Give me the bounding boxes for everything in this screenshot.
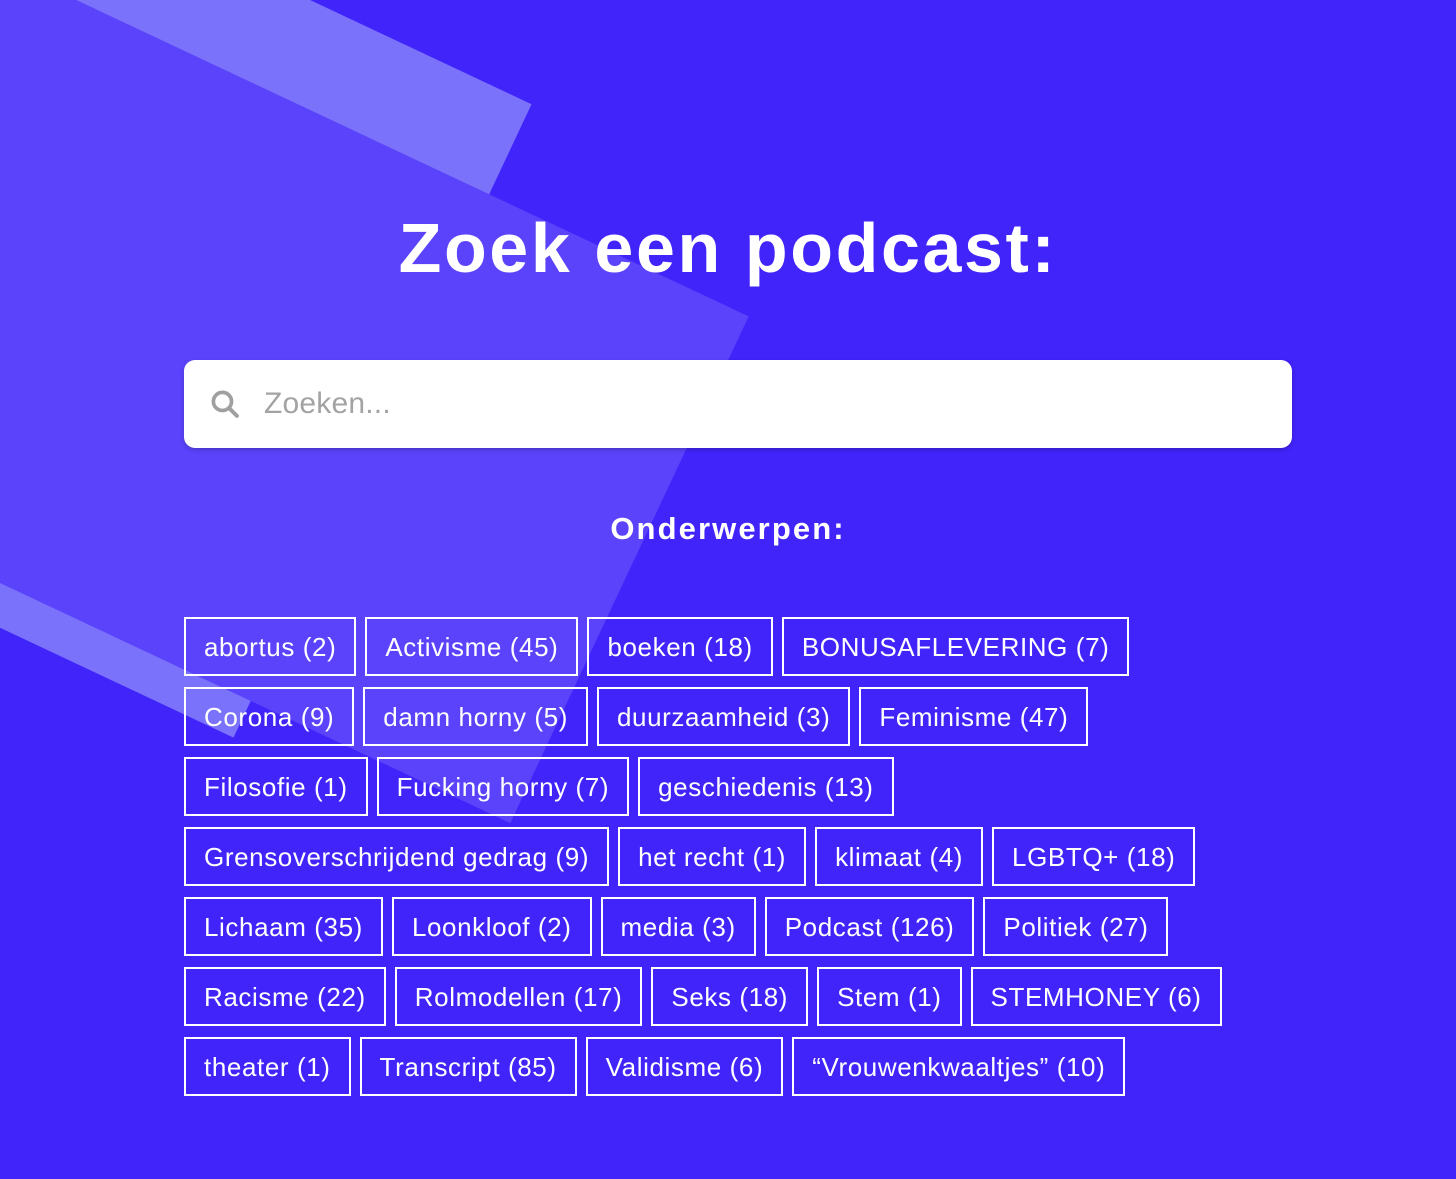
topic-tag[interactable]: abortus (2) (184, 617, 357, 676)
topic-tag[interactable]: Politiek (27) (983, 897, 1169, 956)
topic-tag[interactable]: het recht (1) (618, 827, 807, 886)
topic-tag[interactable]: media (3) (600, 897, 756, 956)
topic-tag[interactable]: Corona (9) (184, 687, 355, 746)
topic-tag[interactable]: Seks (18) (651, 967, 809, 1026)
topic-tag[interactable]: STEMHONEY (6) (970, 967, 1222, 1026)
topics-heading: Onderwerpen: (610, 511, 846, 546)
topic-tag[interactable]: klimaat (4) (815, 827, 984, 886)
topic-tag[interactable]: Fucking horny (7) (376, 757, 630, 816)
page-container: Zoek een podcast: Onderwerpen: abortus (… (0, 0, 1456, 1179)
topic-tag[interactable]: Rolmodellen (17) (394, 967, 643, 1026)
topic-tag[interactable]: Activisme (45) (365, 617, 579, 676)
topic-tag[interactable]: damn horny (5) (363, 687, 588, 746)
topic-tag[interactable]: Stem (1) (817, 967, 962, 1026)
search-bar[interactable] (184, 360, 1292, 448)
topic-tag[interactable]: LGBTQ+ (18) (992, 827, 1196, 886)
search-input[interactable] (264, 387, 1268, 421)
topic-tag[interactable]: Racisme (22) (184, 967, 386, 1026)
topic-tag[interactable]: Feminisme (47) (859, 687, 1089, 746)
topic-tag[interactable]: Transcript (85) (359, 1037, 577, 1096)
topic-tag[interactable]: “Vrouwenkwaaltjes” (10) (792, 1037, 1126, 1096)
page-title: Zoek een podcast: (398, 209, 1058, 287)
topic-tag[interactable]: Grensoverschrijdend gedrag (9) (184, 827, 610, 886)
topic-tag[interactable]: Loonkloof (2) (391, 897, 592, 956)
topic-tag[interactable]: Lichaam (35) (184, 897, 383, 956)
topic-tag[interactable]: theater (1) (184, 1037, 351, 1096)
topic-tag[interactable]: Filosofie (1) (184, 757, 368, 816)
search-icon (211, 390, 239, 418)
topic-tag[interactable]: BONUSAFLEVERING (7) (781, 617, 1130, 676)
topic-tag[interactable]: Validisme (6) (585, 1037, 784, 1096)
topic-tag-list: abortus (2) Activisme (45) boeken (18) BONU… (184, 617, 1280, 1096)
topic-tag[interactable]: Podcast (126) (764, 897, 975, 956)
topic-tag[interactable]: duurzaamheid (3) (596, 687, 851, 746)
topic-tag[interactable]: boeken (18) (587, 617, 773, 676)
topic-tag[interactable]: geschiedenis (13) (638, 757, 894, 816)
